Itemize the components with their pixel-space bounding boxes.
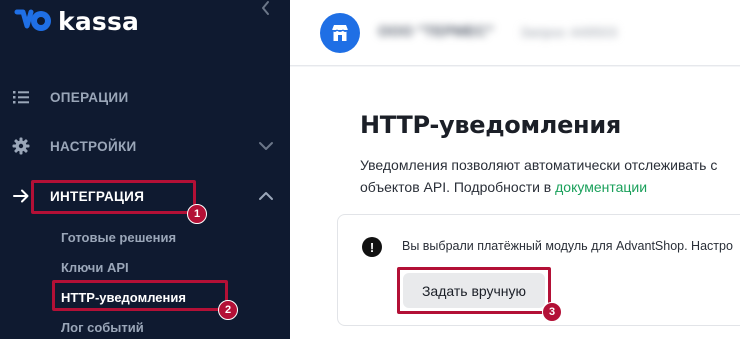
gear-icon	[12, 137, 30, 155]
page-description: Уведомления позволяют автоматически отсл…	[360, 154, 740, 198]
description-line-2: объектов API. Подробности в	[360, 179, 556, 195]
page-title: HTTP-уведомления	[360, 111, 621, 139]
annotation-marker: 1	[187, 204, 207, 224]
arrow-right-icon	[13, 189, 29, 203]
shop-id: Запрос 449503	[520, 24, 618, 40]
logo-mark-icon	[14, 9, 51, 31]
annotation-marker: 3	[542, 302, 562, 322]
annotation-marker: 2	[218, 300, 238, 320]
exclamation-icon: !	[362, 237, 382, 257]
nav-item-operations[interactable]: ОПЕРАЦИИ	[0, 79, 290, 115]
annotation-highlight-http-notifications	[52, 280, 228, 311]
annotation-highlight-set-manually	[397, 267, 551, 314]
content-panel: HTTP-уведомления Уведомления позволяют а…	[290, 67, 740, 339]
shop-avatar[interactable]	[320, 13, 360, 53]
shop-name[interactable]: ООО "ТЕРМЕС"	[378, 23, 494, 40]
list-icon	[13, 91, 29, 104]
nav-label-settings: НАСТРОЙКИ	[50, 138, 137, 154]
notice-card: ! Вы выбрали платёжный модуль для Advant…	[337, 214, 740, 326]
nav-item-settings[interactable]: НАСТРОЙКИ	[0, 128, 290, 164]
chevron-up-icon	[259, 192, 273, 200]
description-line-1: Уведомления позволяют автоматически отсл…	[360, 157, 718, 173]
documentation-link[interactable]: документации	[555, 179, 647, 195]
main-area: ООО "ТЕРМЕС" Запрос 449503 HTTP-уведомле…	[290, 0, 740, 339]
logo[interactable]: kassa	[14, 6, 139, 36]
annotation-highlight-integration	[31, 180, 196, 214]
subnav-item-event-log[interactable]: Лог событий	[61, 320, 144, 335]
subnav-item-api-keys[interactable]: Ключи API	[61, 260, 129, 275]
subnav-item-ready-solutions[interactable]: Готовые решения	[61, 230, 176, 245]
logo-text: kassa	[58, 6, 140, 36]
nav-label-operations: ОПЕРАЦИИ	[50, 89, 129, 105]
notice-text: Вы выбрали платёжный модуль для AdvantSh…	[402, 239, 733, 253]
chevron-down-icon	[259, 142, 273, 150]
collapse-sidebar-chevron-icon[interactable]	[256, 0, 276, 18]
store-icon	[331, 25, 349, 41]
sidebar: kassa ОПЕРАЦИИ НАСТРОЙКИ ИНТЕГРАЦИЯ Гото…	[0, 0, 290, 339]
topbar: ООО "ТЕРМЕС" Запрос 449503	[290, 0, 740, 66]
